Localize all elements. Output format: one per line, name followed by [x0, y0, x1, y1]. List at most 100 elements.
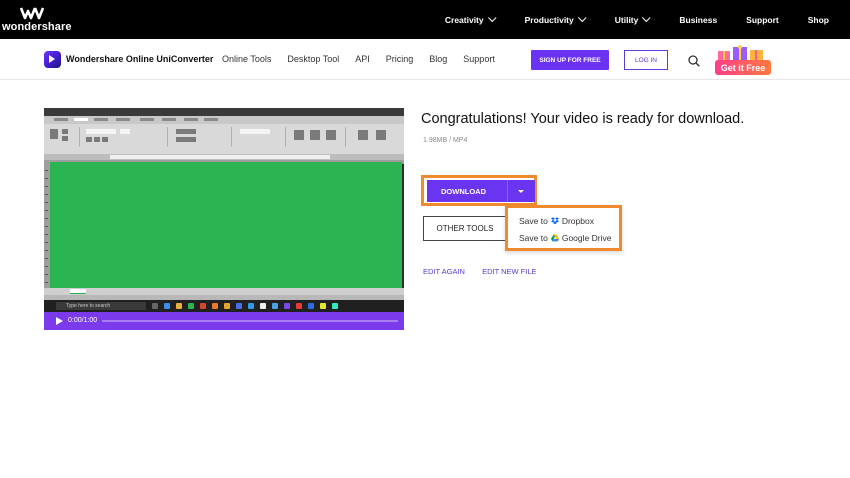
edge-icon	[164, 303, 170, 309]
global-nav: Creativity Productivity Utility Business…	[416, 0, 829, 39]
wondershare-logo-icon	[20, 7, 44, 20]
ribbon-tab	[184, 118, 198, 121]
nav-shop[interactable]: Shop	[808, 15, 829, 25]
save-to-label: Save to	[519, 233, 548, 243]
app-icon	[308, 303, 314, 309]
download-highlight: DOWNLOAD	[421, 175, 537, 206]
taskview-icon	[152, 303, 158, 309]
excel-icon	[188, 303, 194, 309]
product-nav-blog[interactable]: Blog	[429, 54, 447, 64]
nav-label: Utility	[614, 14, 639, 25]
ribbon-group	[172, 127, 232, 147]
download-button[interactable]: DOWNLOAD	[427, 180, 535, 202]
get-it-free-label: Get it Free	[715, 60, 771, 75]
save-to-google-drive[interactable]: Save to Google Drive	[519, 233, 611, 243]
google-drive-icon	[550, 234, 559, 242]
align-icon	[176, 129, 196, 134]
ribbon-group	[350, 127, 400, 147]
align-icon	[176, 137, 196, 142]
download-label: DOWNLOAD	[441, 187, 486, 196]
ribbon-tab	[94, 118, 108, 121]
ribbon-tabs	[44, 116, 404, 124]
vlc-icon	[224, 303, 230, 309]
cut-icon	[62, 129, 68, 134]
brand-name: wondershare	[2, 21, 72, 33]
play-icon[interactable]	[56, 317, 63, 325]
nav-support[interactable]: Support	[746, 15, 779, 25]
playback-time: 0:00/1:00	[68, 317, 98, 324]
gift-boxes-icon	[718, 45, 763, 61]
styles-icon	[294, 130, 304, 140]
app-icon	[248, 303, 254, 309]
green-screen-area	[50, 162, 402, 288]
other-tools-button[interactable]: OTHER TOOLS	[423, 216, 507, 241]
ribbon-tab	[74, 118, 88, 121]
global-topbar: wondershare Creativity Productivity Util…	[0, 0, 850, 39]
paste-icon	[50, 129, 58, 139]
product-nav-api[interactable]: API	[355, 54, 370, 64]
app-icon	[236, 303, 242, 309]
nav-label: Productivity	[524, 14, 574, 25]
save-to-dropbox[interactable]: Save to Dropbox	[519, 216, 594, 226]
product-nav-online-tools[interactable]: Online Tools	[222, 54, 271, 64]
find-icon	[376, 130, 386, 140]
app-icon	[296, 303, 302, 309]
player-controls: 0:00/1:00	[44, 312, 404, 330]
app-icon	[320, 303, 326, 309]
nav-creativity[interactable]: Creativity	[444, 13, 497, 25]
nav-productivity[interactable]: Productivity	[524, 13, 587, 25]
nav-label: Creativity	[444, 14, 484, 25]
save-to-label: Save to	[519, 216, 548, 226]
login-button[interactable]: LOG IN	[624, 50, 668, 70]
ribbon-tab	[204, 118, 218, 121]
nav-label: Shop	[807, 14, 829, 25]
nav-utility[interactable]: Utility	[614, 13, 651, 25]
number-format-icon	[240, 129, 270, 134]
chevron-down-icon	[642, 13, 651, 22]
ribbon-tab	[116, 118, 130, 121]
font-select-icon	[86, 129, 116, 134]
app-icon	[212, 303, 218, 309]
nav-label: Business	[679, 14, 718, 25]
video-preview[interactable]: Type here to search 0:00/1:00	[44, 108, 404, 330]
product-name[interactable]: Wondershare Online UniConverter	[66, 54, 213, 64]
progress-track[interactable]	[102, 320, 398, 322]
ribbon-tab	[54, 118, 68, 121]
signup-button[interactable]: SIGN UP FOR FREE	[531, 50, 609, 70]
nav-business[interactable]: Business	[679, 15, 717, 25]
styles-icon	[326, 130, 336, 140]
underline-icon	[102, 137, 108, 142]
app-icon	[332, 303, 338, 309]
chevron-down-icon	[487, 13, 497, 22]
taskbar: Type here to search	[44, 300, 404, 312]
app-icon	[260, 303, 266, 309]
sheet-tabs	[44, 288, 404, 295]
divider	[507, 180, 508, 202]
bold-icon	[86, 137, 92, 142]
edit-new-file-link[interactable]: EDIT NEW FILE	[482, 267, 536, 276]
ribbon-tab	[162, 118, 176, 121]
formula-input	[110, 155, 330, 159]
search-icon[interactable]	[688, 55, 700, 67]
product-nav-desktop-tool[interactable]: Desktop Tool	[287, 54, 339, 64]
file-meta: 1.98MB / MP4	[423, 137, 468, 144]
styles-icon	[310, 130, 320, 140]
ribbon-group	[236, 127, 286, 147]
folder-icon	[176, 303, 182, 309]
caret-down-icon[interactable]	[518, 190, 524, 193]
ribbon-group	[46, 127, 80, 147]
service-name: Dropbox	[561, 216, 594, 226]
edit-again-link[interactable]: EDIT AGAIN	[423, 267, 465, 276]
get-it-free-promo[interactable]: Get it Free	[711, 45, 773, 76]
wondershare-logo[interactable]: wondershare	[2, 6, 82, 34]
download-menu: Save to Dropbox Save to Google Drive	[505, 205, 622, 251]
copy-icon	[62, 136, 68, 141]
uniconverter-logo-icon[interactable]	[44, 51, 61, 68]
app-icon	[284, 303, 290, 309]
taskbar-search: Type here to search	[56, 302, 146, 310]
chevron-down-icon	[577, 13, 587, 22]
product-nav-support[interactable]: Support	[463, 54, 495, 64]
app-titlebar	[44, 108, 404, 116]
product-nav-pricing[interactable]: Pricing	[386, 54, 414, 64]
ribbon-tab	[140, 118, 154, 121]
